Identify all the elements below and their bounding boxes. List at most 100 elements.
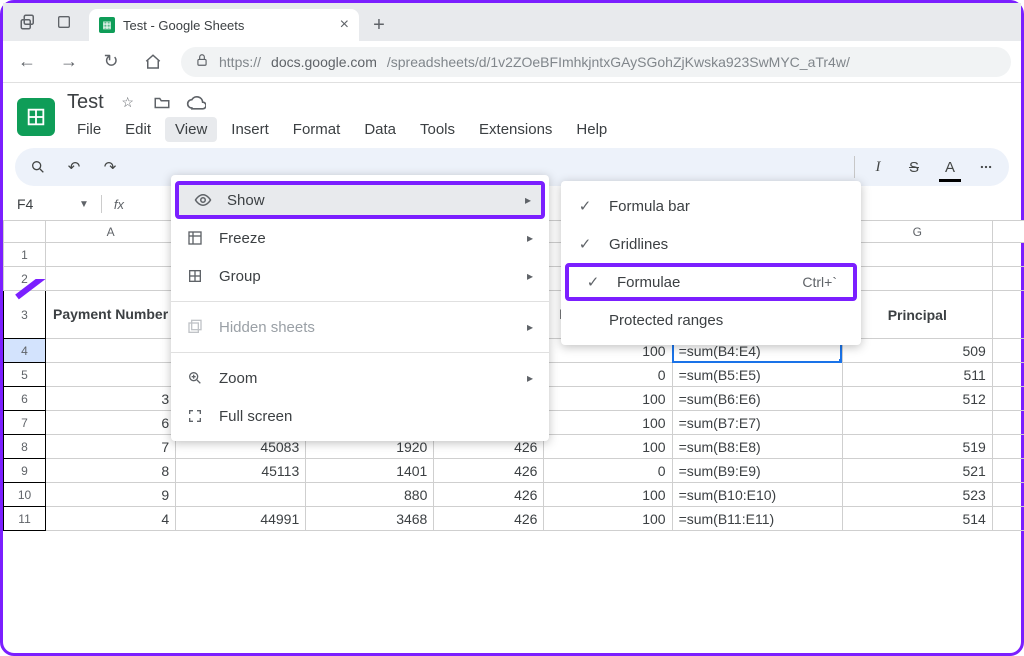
toolbar-redo-icon[interactable]: ↷ xyxy=(97,154,123,180)
cell[interactable] xyxy=(992,363,1024,387)
view-menu-show[interactable]: Show ▸ xyxy=(175,181,545,219)
toolbar-undo-icon[interactable]: ↶ xyxy=(61,154,87,180)
cell[interactable]: =sum(B11:E11) xyxy=(672,507,842,531)
cell[interactable]: =sum(B6:E6) xyxy=(672,387,842,411)
toolbar-strike-button[interactable]: S xyxy=(901,154,927,180)
cell[interactable] xyxy=(992,507,1024,531)
cell[interactable]: =sum(B5:E5) xyxy=(672,363,842,387)
menu-data[interactable]: Data xyxy=(354,117,406,142)
move-folder-icon[interactable] xyxy=(152,93,172,113)
cell[interactable]: 44991 xyxy=(176,507,306,531)
cell[interactable] xyxy=(992,435,1024,459)
header-cell[interactable]: Int xyxy=(992,291,1024,339)
cell[interactable]: 514 xyxy=(842,507,992,531)
cell[interactable]: 100 xyxy=(544,411,672,435)
cell[interactable]: 426 xyxy=(434,459,544,483)
cell[interactable]: 0 xyxy=(544,363,672,387)
cell[interactable]: 521 xyxy=(842,459,992,483)
cell[interactable]: 100 xyxy=(544,507,672,531)
menu-tools[interactable]: Tools xyxy=(410,117,465,142)
cell[interactable]: 1401 xyxy=(306,459,434,483)
menu-edit[interactable]: Edit xyxy=(115,117,161,142)
cell[interactable] xyxy=(992,411,1024,435)
url-field[interactable]: https://docs.google.com/spreadsheets/d/1… xyxy=(181,47,1011,77)
name-box-dropdown-icon[interactable]: ▼ xyxy=(79,199,89,210)
header-cell[interactable]: Principal xyxy=(842,291,992,339)
cell[interactable]: 100 xyxy=(544,435,672,459)
cell[interactable] xyxy=(992,243,1024,267)
cell[interactable] xyxy=(992,267,1024,291)
cell[interactable]: 426 xyxy=(434,507,544,531)
menu-insert[interactable]: Insert xyxy=(221,117,279,142)
tab-close-icon[interactable]: × xyxy=(340,16,349,34)
corner-cell[interactable] xyxy=(4,221,46,243)
doc-title[interactable]: Test xyxy=(67,91,104,114)
cell[interactable] xyxy=(46,243,176,267)
cell[interactable]: 512 xyxy=(842,387,992,411)
browser-tab-active[interactable]: ▦ Test - Google Sheets × xyxy=(89,9,359,41)
submenu-arrow-icon: ▸ xyxy=(527,269,533,283)
cell[interactable]: 0 xyxy=(544,459,672,483)
cell[interactable] xyxy=(842,411,992,435)
cell[interactable]: =sum(B8:E8) xyxy=(672,435,842,459)
window-overlap-icon[interactable] xyxy=(17,11,39,33)
menu-view[interactable]: View xyxy=(165,117,217,142)
cell[interactable]: 880 xyxy=(306,483,434,507)
submenu-protected-ranges[interactable]: Protected ranges xyxy=(561,301,861,339)
star-icon[interactable]: ☆ xyxy=(118,93,138,113)
toolbar-italic-button[interactable]: I xyxy=(865,154,891,180)
cell[interactable]: 4 xyxy=(46,507,176,531)
cell[interactable]: 9 xyxy=(46,483,176,507)
menu-extensions[interactable]: Extensions xyxy=(469,117,562,142)
submenu-formulae[interactable]: ✓ Formulae Ctrl+` xyxy=(565,263,857,301)
cell[interactable]: 519 xyxy=(842,435,992,459)
cell[interactable]: 100 xyxy=(544,387,672,411)
sheets-logo-icon[interactable] xyxy=(17,98,55,136)
cell[interactable]: =sum(B9:E9) xyxy=(672,459,842,483)
row-header[interactable]: 1 xyxy=(4,243,46,267)
nav-home-button[interactable] xyxy=(139,48,167,76)
cell[interactable]: =sum(B10:E10) xyxy=(672,483,842,507)
toolbar-search-icon[interactable] xyxy=(25,154,51,180)
cell[interactable]: 426 xyxy=(434,483,544,507)
toolbar-more-icon[interactable] xyxy=(973,154,999,180)
cell[interactable] xyxy=(842,243,992,267)
nav-back-button[interactable]: ← xyxy=(13,48,41,76)
cell[interactable]: 511 xyxy=(842,363,992,387)
col-header-A[interactable]: A xyxy=(46,221,176,243)
name-box[interactable]: F4 xyxy=(17,196,73,212)
menu-format[interactable]: Format xyxy=(283,117,351,142)
menu-help[interactable]: Help xyxy=(566,117,617,142)
submenu-arrow-icon: ▸ xyxy=(527,231,533,245)
col-header-H[interactable] xyxy=(992,221,1024,243)
eye-icon xyxy=(193,191,213,209)
cell[interactable]: 3468 xyxy=(306,507,434,531)
cell[interactable] xyxy=(992,339,1024,363)
row-header[interactable]: 10 xyxy=(4,483,46,507)
fx-icon[interactable]: fx xyxy=(114,197,124,212)
menu-file[interactable]: File xyxy=(67,117,111,142)
cell[interactable] xyxy=(842,267,992,291)
new-tab-button[interactable]: + xyxy=(365,11,393,39)
submenu-formula-bar[interactable]: ✓ Formula bar xyxy=(561,187,861,225)
cell[interactable] xyxy=(992,459,1024,483)
cell[interactable] xyxy=(176,483,306,507)
cell[interactable] xyxy=(992,387,1024,411)
cell[interactable]: 100 xyxy=(544,483,672,507)
view-menu-fullscreen[interactable]: Full screen xyxy=(171,397,549,435)
view-menu-zoom[interactable]: Zoom ▸ xyxy=(171,359,549,397)
view-menu-group[interactable]: Group ▸ xyxy=(171,257,549,295)
cell[interactable]: =sum(B7:E7) xyxy=(672,411,842,435)
col-header-G[interactable]: G xyxy=(842,221,992,243)
toolbar-text-color-button[interactable]: A xyxy=(937,154,963,180)
cell[interactable]: 509 xyxy=(842,339,992,363)
cell[interactable] xyxy=(992,483,1024,507)
nav-refresh-button[interactable]: ↻ xyxy=(97,48,125,76)
cell[interactable]: 523 xyxy=(842,483,992,507)
nav-forward-button[interactable]: → xyxy=(55,48,83,76)
submenu-gridlines[interactable]: ✓ Gridlines xyxy=(561,225,861,263)
cloud-status-icon[interactable] xyxy=(186,93,206,113)
window-square-icon[interactable] xyxy=(53,11,75,33)
row-header[interactable]: 11 xyxy=(4,507,46,531)
view-menu-freeze[interactable]: Freeze ▸ xyxy=(171,219,549,257)
